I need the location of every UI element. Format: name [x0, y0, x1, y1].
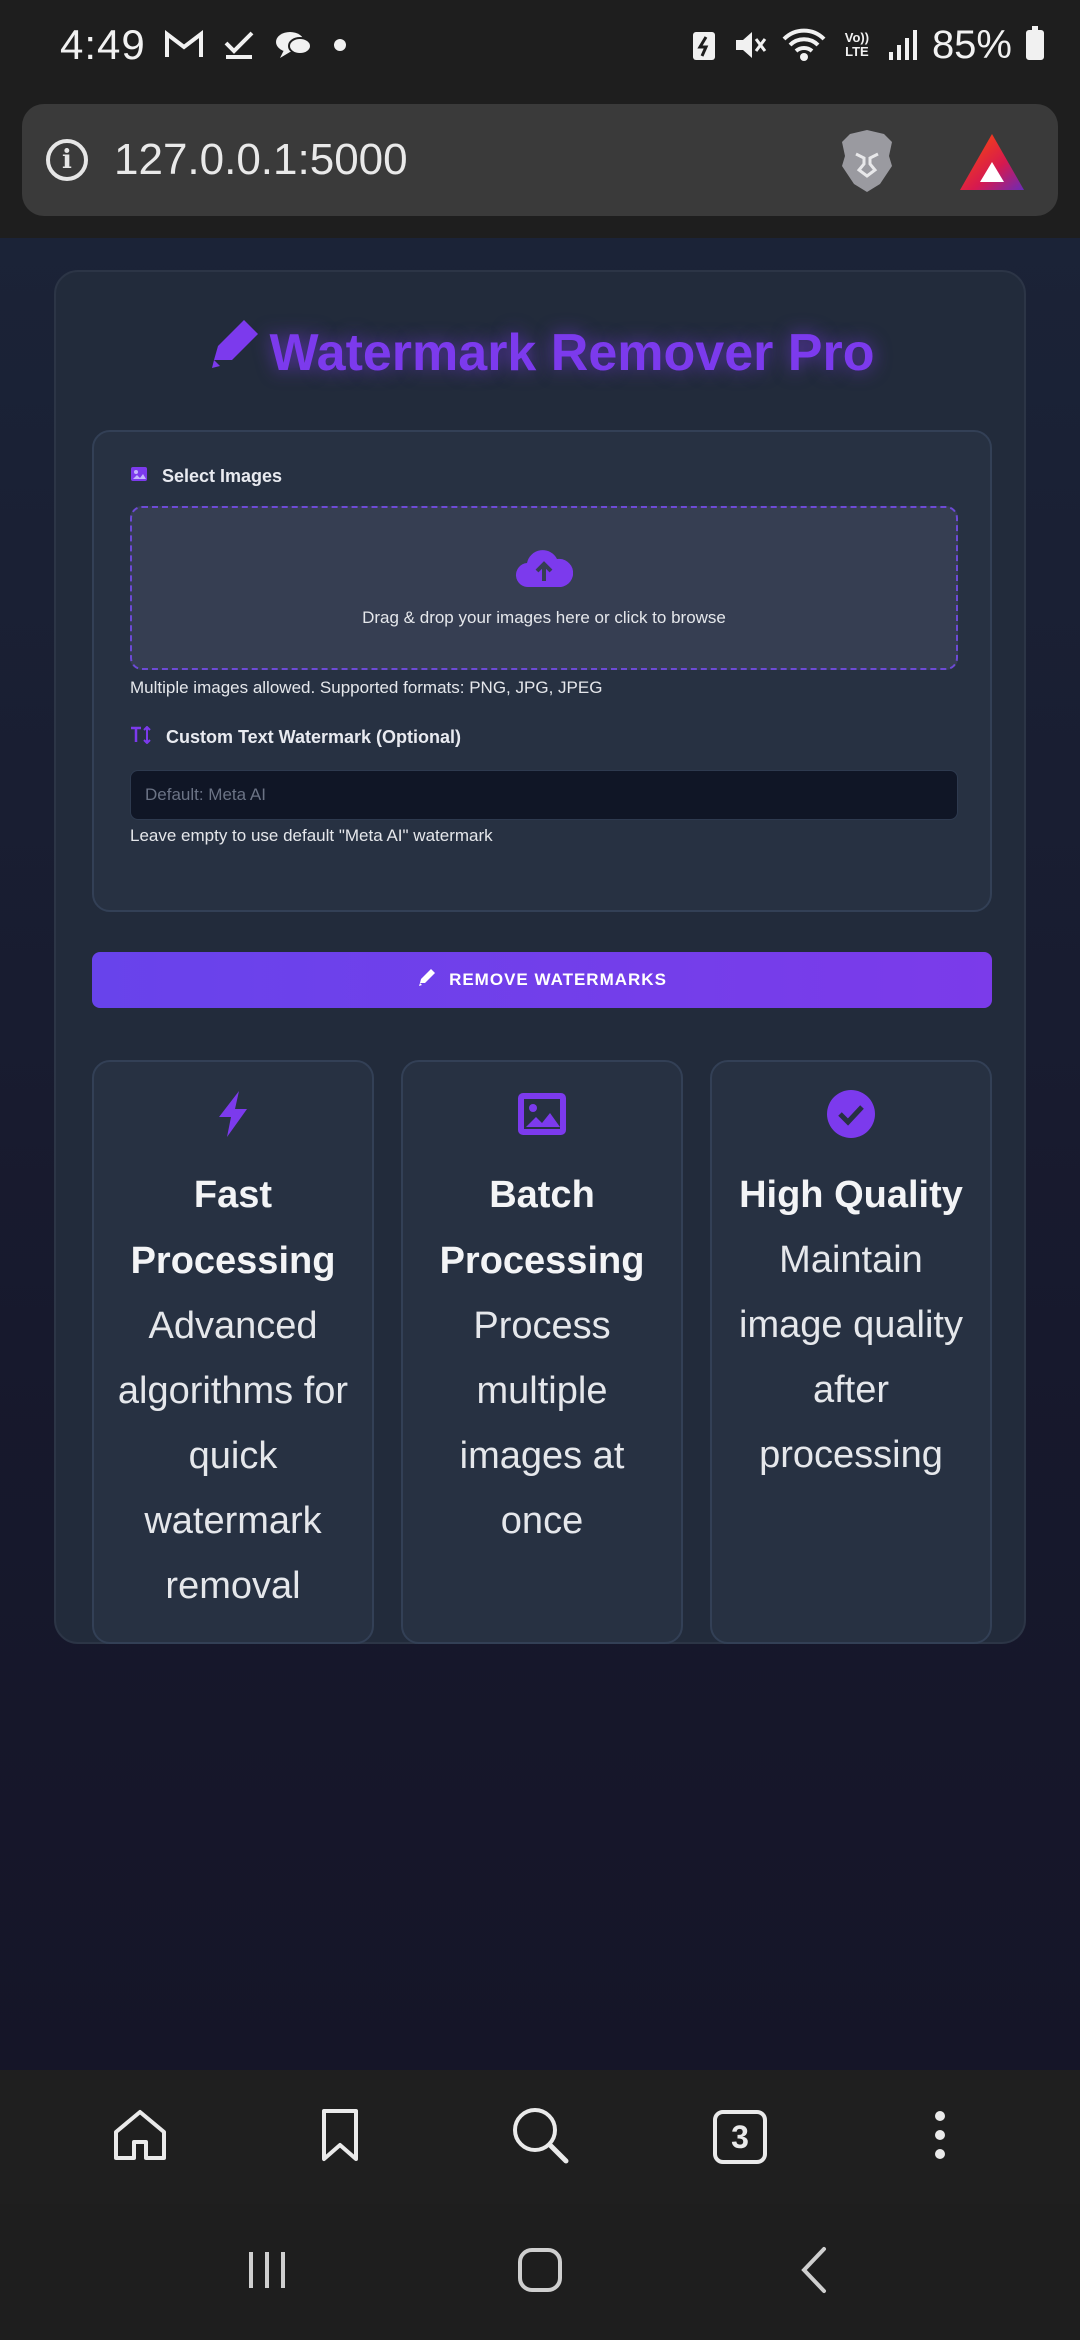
menu-button[interactable]	[900, 2097, 980, 2177]
url-text[interactable]: 127.0.0.1:5000	[114, 135, 408, 185]
system-nav-bar	[0, 2204, 1080, 2340]
back-chevron-icon	[798, 2245, 828, 2300]
pencil-small-icon	[417, 968, 437, 993]
images-icon	[130, 466, 148, 487]
feature-description: Advanced algorithms for quick watermark …	[117, 1305, 349, 1607]
bookmark-button[interactable]	[300, 2097, 380, 2177]
check-circle-icon	[712, 1086, 990, 1142]
feature-title: Batch Processing	[439, 1174, 645, 1282]
browser-bottom-nav: 3	[0, 2070, 1080, 2204]
remove-watermarks-button[interactable]: REMOVE WATERMARKS	[92, 952, 992, 1008]
remove-button-label: REMOVE WATERMARKS	[449, 970, 667, 989]
page-content: Watermark Remover Pro Select Images Drag…	[0, 238, 1080, 2070]
more-vertical-icon	[932, 2109, 948, 2166]
custom-text-hint: Leave empty to use default "Meta AI" wat…	[130, 826, 493, 845]
status-bar: 4:49 Vo)) LTE 85%	[0, 0, 1080, 90]
battery-percent: 85%	[931, 22, 1012, 67]
text-height-icon	[130, 725, 152, 749]
tabs-button[interactable]: 3	[700, 2097, 780, 2177]
mute-icon	[732, 28, 768, 62]
custom-text-label-row: Custom Text Watermark (Optional)	[130, 725, 462, 749]
back-button[interactable]	[773, 2232, 853, 2312]
custom-text-input[interactable]	[130, 770, 958, 820]
feature-title: High Quality	[739, 1174, 963, 1216]
image-icon	[403, 1086, 681, 1142]
brave-shields-icon[interactable]	[836, 128, 898, 194]
page-title: Watermark Remover Pro	[56, 320, 1024, 385]
feature-card-batch: Batch Processing Process multiple images…	[401, 1060, 683, 1644]
home-square-icon	[516, 2246, 564, 2299]
search-button[interactable]	[500, 2097, 580, 2177]
checkmark-icon	[222, 29, 256, 61]
notification-dot-icon	[332, 37, 348, 53]
custom-text-label: Custom Text Watermark (Optional)	[166, 727, 462, 747]
system-home-button[interactable]	[500, 2232, 580, 2312]
title-text: Watermark Remover Pro	[269, 323, 875, 382]
feature-description: Maintain image quality after processing	[739, 1239, 963, 1476]
tab-count: 3	[713, 2110, 767, 2164]
home-button[interactable]	[100, 2097, 180, 2177]
formats-hint: Multiple images allowed. Supported forma…	[130, 678, 603, 697]
cloud-upload-icon	[515, 549, 574, 594]
volte-icon: Vo)) LTE	[844, 30, 870, 59]
main-card: Watermark Remover Pro Select Images Drag…	[54, 270, 1026, 1644]
browser-toolbar: i 127.0.0.1:5000	[0, 90, 1080, 238]
feature-description: Process multiple images at once	[459, 1305, 625, 1542]
site-info-icon[interactable]: i	[46, 139, 88, 181]
features-section: Fast Processing Advanced algorithms for …	[92, 1060, 992, 1644]
recent-apps-button[interactable]	[227, 2232, 307, 2312]
feature-title: Fast Processing	[130, 1174, 336, 1282]
home-icon	[112, 2108, 168, 2167]
recent-apps-icon	[245, 2248, 289, 2297]
chat-bubbles-icon	[274, 28, 314, 62]
battery-saver-icon	[690, 28, 718, 62]
feature-card-quality: High Quality Maintain image quality afte…	[710, 1060, 992, 1644]
battery-icon	[1026, 26, 1044, 60]
signal-icon	[888, 28, 918, 62]
wifi-icon	[782, 27, 826, 63]
pencil-icon	[206, 320, 262, 385]
search-icon	[510, 2105, 570, 2170]
select-images-label-row: Select Images	[130, 466, 282, 487]
feature-card-fast: Fast Processing Advanced algorithms for …	[92, 1060, 374, 1644]
status-time: 4:49	[60, 21, 146, 68]
upload-form: Select Images Drag & drop your images he…	[92, 430, 992, 912]
image-dropzone[interactable]: Drag & drop your images here or click to…	[130, 506, 958, 670]
bolt-icon	[94, 1086, 372, 1142]
dropzone-text: Drag & drop your images here or click to…	[362, 607, 726, 627]
brave-rewards-icon[interactable]	[958, 132, 1026, 192]
gmail-icon	[164, 29, 204, 61]
address-bar[interactable]: i 127.0.0.1:5000	[22, 104, 1058, 216]
bookmark-icon	[320, 2108, 360, 2167]
select-images-label: Select Images	[162, 466, 283, 486]
